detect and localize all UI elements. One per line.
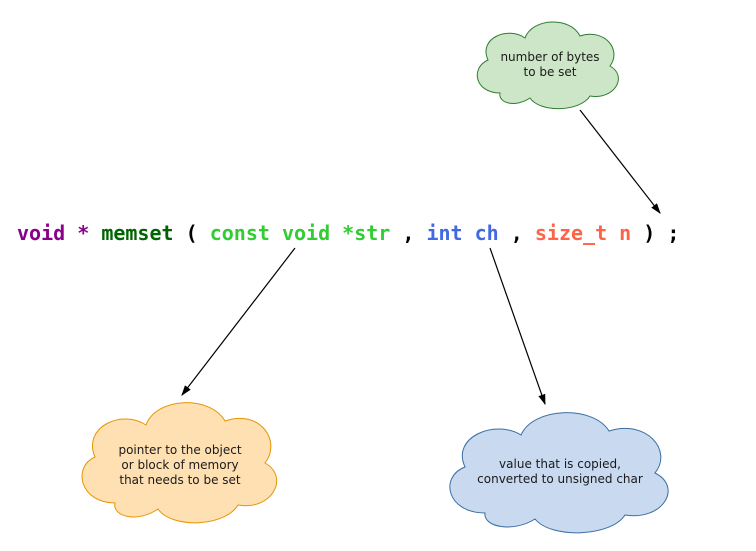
arrow-ch-to-value bbox=[0, 0, 756, 551]
